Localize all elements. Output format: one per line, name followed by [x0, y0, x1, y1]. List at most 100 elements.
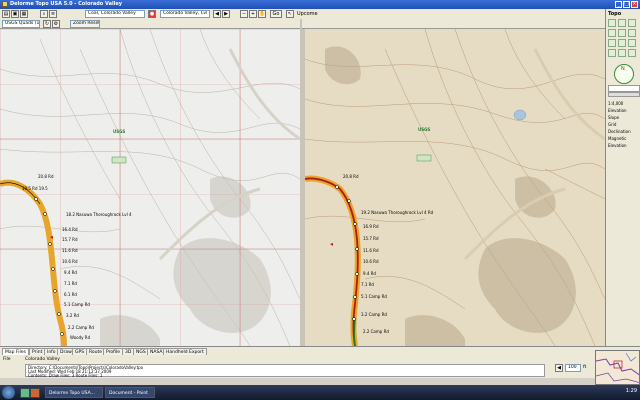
pointer-icon[interactable]: ↖	[286, 10, 294, 18]
map-label: 9.4 Rd	[363, 271, 376, 276]
location-field-left[interactable]: Coal, Colorado Valley	[85, 10, 145, 18]
zoom-in-icon[interactable]: +	[249, 10, 257, 18]
region-label: USGS	[418, 127, 431, 132]
layer-icon[interactable]	[608, 29, 616, 37]
shaded-relief-map-right[interactable]	[305, 29, 605, 346]
side-line: Elevation	[608, 108, 627, 113]
scale-control[interactable]: ◀ 100 ft	[555, 362, 593, 378]
file-label: File	[3, 357, 11, 362]
map-label: 11.6 Rd	[363, 248, 379, 253]
poi-icon[interactable]	[628, 39, 636, 47]
location-field-right[interactable]: Colorado Valley, Lvl 0 10	[160, 10, 210, 18]
open-icon[interactable]: ▤	[2, 10, 10, 18]
region-label: USGS	[113, 129, 126, 134]
taskbar-item-paint[interactable]: Document - Paint	[105, 387, 155, 398]
file-name: Colorado Valley	[25, 357, 60, 362]
print-icon[interactable]: ▦	[20, 10, 28, 18]
map-label: 5.1 Camp Rd	[64, 302, 90, 307]
right-pane-bar	[302, 19, 605, 29]
side-panel: Topo N 1:4,000 Elevation Slope Grid Decl…	[605, 9, 640, 346]
map-label: 16.4 Rd	[62, 227, 78, 232]
shade-icon[interactable]	[628, 49, 636, 57]
map-label: 20.8 Rd	[38, 174, 54, 179]
map-label: 15.7 Rd	[62, 237, 78, 242]
overview-minimap[interactable]	[595, 350, 640, 385]
layers-icon[interactable]: ≡	[49, 10, 57, 18]
hand-icon[interactable]: ✋	[258, 10, 266, 18]
zoom-out-icon[interactable]	[628, 19, 636, 27]
side-panel-header: Topo	[608, 11, 622, 17]
map-label: 15.7 Rd	[363, 236, 379, 241]
project-details-box: Directory: C:\Documents\Topo\Projects\Co…	[25, 364, 545, 378]
window-title: Delorme Topo USA 5.0 - Colorado Valley	[10, 1, 123, 7]
map-label: 11.6 Rd	[62, 248, 78, 253]
map-label: 10.6 Rd	[62, 259, 78, 264]
clock: 1:29	[625, 388, 637, 394]
start-icon[interactable]	[2, 386, 15, 399]
side-line: Grid	[608, 122, 617, 127]
zoom-slider[interactable]	[608, 85, 640, 92]
side-line: 1:4,000	[608, 101, 624, 106]
side-line: Elevation	[608, 143, 627, 148]
map-label: 7.1 Rd	[64, 281, 77, 286]
find-icon[interactable]: ⌕	[40, 10, 48, 18]
map-label: 9.4 Rd	[64, 270, 77, 275]
map-label: 2.2 Camp Rd	[68, 325, 94, 330]
map-label: 2.2 Camp Rd	[363, 329, 389, 334]
upcome-label[interactable]: Upcome	[297, 11, 318, 17]
quicklaunch-icon[interactable]	[30, 388, 40, 398]
map-label: 10.6 Rd	[363, 259, 379, 264]
side-line: Magnetic	[608, 136, 627, 141]
map-label: Woody Rd	[70, 335, 91, 340]
map-label: 16.9 Rd	[363, 224, 379, 229]
map-label: 19.5 Rd 19.5	[22, 186, 48, 191]
left-pane-bar: USGS Quads (1:24...) ↻ ⚙ Zoom Reset	[0, 19, 300, 29]
refresh-icon[interactable]: ↻	[43, 19, 51, 28]
side-line: Slope	[608, 115, 620, 120]
compass-north-label: N	[621, 66, 625, 72]
compass-icon[interactable]: N	[614, 64, 634, 84]
app-icon	[2, 1, 8, 7]
map-label: 3.2 Camp Rd	[361, 312, 387, 317]
quicklaunch-icon[interactable]	[20, 388, 30, 398]
map-label: 3.2 Rd	[66, 313, 79, 318]
zoom-go-button[interactable]: Go	[270, 10, 282, 18]
title-bar: Delorme Topo USA 5.0 - Colorado Valley _…	[0, 0, 640, 9]
road-icon[interactable]	[608, 39, 616, 47]
record-icon[interactable]: ●	[148, 10, 156, 18]
scale-bar	[608, 92, 640, 97]
info-row-contents: Contents: Draw Files: 3 Route Files: 1	[28, 373, 103, 378]
map-pane-right[interactable]: USGS 20.8 Rd 19.2 Nasuwa Thoroughrock Lv…	[305, 29, 605, 346]
scale-value[interactable]: 100	[565, 364, 581, 372]
maximize-icon[interactable]: □	[623, 1, 630, 8]
terrain-icon[interactable]	[628, 29, 636, 37]
label-icon[interactable]	[618, 39, 626, 47]
map-pane-left[interactable]: USGS 20.8 Rd 19.5 Rd 19.5 18.2 Nasuwa Th…	[0, 29, 300, 346]
map-label: 18.2 Nasuwa Thoroughrock Lvl 4	[66, 212, 132, 217]
minimize-icon[interactable]: _	[615, 1, 622, 8]
map-label: 5.1 Camp Rd	[361, 294, 387, 299]
scale-down-icon[interactable]: ◀	[555, 364, 563, 372]
pan-up-icon[interactable]	[608, 19, 616, 27]
map-label: 20.8 Rd	[343, 174, 359, 179]
contour-icon[interactable]	[618, 49, 626, 57]
close-icon[interactable]: ×	[631, 1, 638, 8]
forward-icon[interactable]: ▶	[222, 10, 230, 18]
zoom-in-icon[interactable]	[618, 19, 626, 27]
water-icon[interactable]	[608, 49, 616, 57]
back-icon[interactable]: ◀	[213, 10, 221, 18]
map-label: 7.1 Rd	[361, 282, 374, 287]
grid-icon[interactable]	[618, 29, 626, 37]
zoom-reset-button[interactable]: Zoom Reset	[70, 19, 100, 28]
project-info-panel: File Colorado Valley Directory: C:\Docum…	[0, 355, 595, 378]
map-label: 6.1 Rd	[64, 292, 77, 297]
taskbar: Delorme Topo USA... Document - Paint 1:2…	[0, 385, 640, 400]
save-icon[interactable]: ▣	[11, 10, 19, 18]
map-label: 19.2 Nasuwa Thoroughrock Lvl 4 Rd	[361, 210, 434, 215]
map-source-select[interactable]: USGS Quads (1:24...)	[2, 19, 40, 28]
taskbar-item-topo[interactable]: Delorme Topo USA...	[45, 387, 103, 398]
side-line: Declination	[608, 129, 631, 134]
scale-unit: ft	[583, 365, 587, 370]
settings-icon[interactable]: ⚙	[52, 19, 60, 28]
zoom-out-icon[interactable]: −	[240, 10, 248, 18]
